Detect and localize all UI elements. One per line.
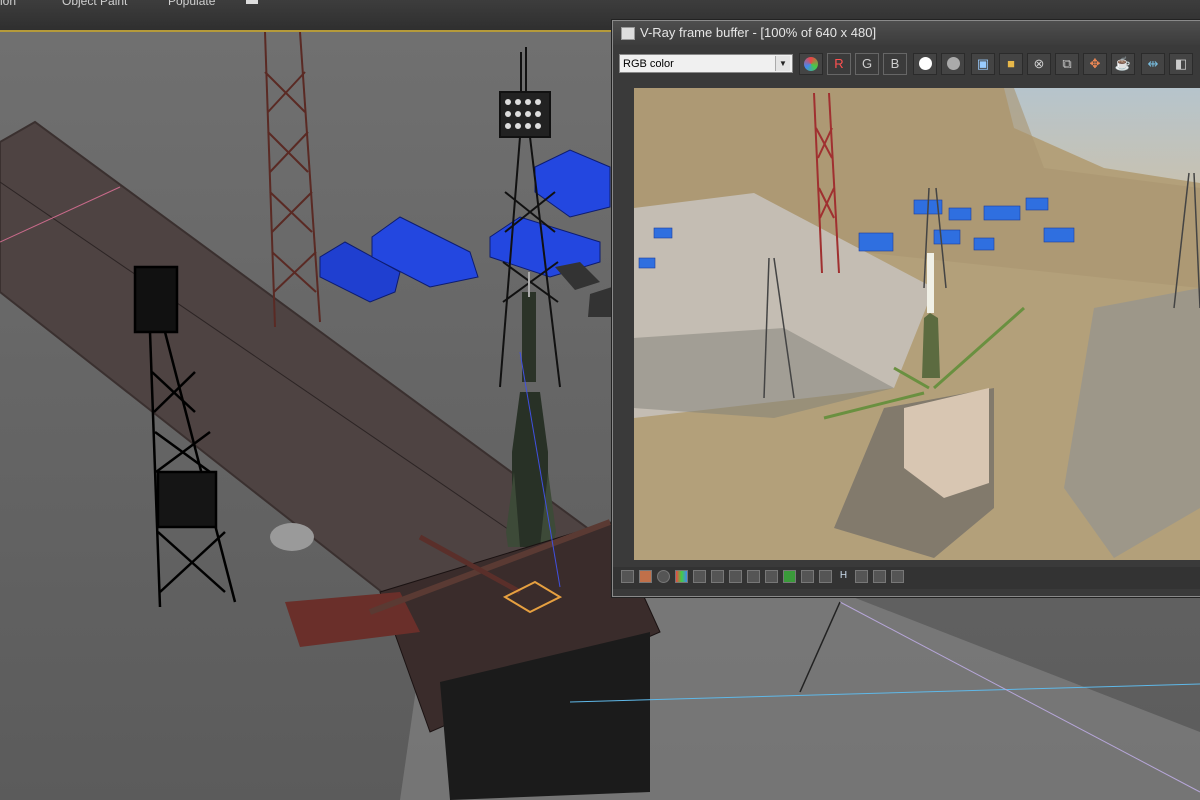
launch-structure [270, 519, 661, 800]
lut-button[interactable]: ⇹ [1141, 53, 1165, 75]
info-icon[interactable] [657, 570, 670, 583]
save-icon: ▣ [976, 56, 990, 71]
soyuz-rocket [506, 272, 556, 547]
color-correction-icon [804, 57, 818, 71]
compare-button[interactable]: ◧ [1169, 53, 1193, 75]
region-render-icon: ✥ [1089, 56, 1101, 71]
color-correction-button[interactable] [799, 53, 823, 75]
vfb-bottom-toolbar: H [613, 567, 1200, 589]
aspect-icon[interactable] [765, 570, 778, 583]
gray-block [588, 287, 612, 317]
white-channel-button[interactable] [913, 53, 937, 75]
window-title: V-Ray frame buffer - [100% of 640 x 480] [640, 25, 877, 40]
clear-image-button[interactable]: ⊗ [1027, 53, 1051, 75]
colors-icon[interactable] [675, 570, 688, 583]
region-render-button[interactable]: ✥ [1083, 53, 1107, 75]
track-mouse-button[interactable]: ⧉ [1055, 53, 1079, 75]
stats-icon[interactable] [693, 570, 706, 583]
ribbon-tab-0[interactable]: ion [0, 0, 16, 8]
chevron-down-icon: ▼ [775, 56, 790, 71]
vfb-window-icon [621, 27, 635, 40]
channel-dropdown-value: RGB color [623, 58, 674, 70]
lens-icon[interactable] [783, 570, 796, 583]
list-icon[interactable] [711, 570, 724, 583]
fuel-tank [270, 523, 314, 551]
blue-channel-button[interactable]: B [883, 53, 907, 75]
display-correction-icon[interactable] [621, 570, 634, 583]
channel-dropdown[interactable]: RGB color ▼ [619, 54, 793, 73]
histogram-icon[interactable] [729, 570, 742, 583]
vray-frame-buffer-window[interactable]: V-Ray frame buffer - [100% of 640 x 480]… [612, 20, 1200, 597]
track-mouse-icon: ⧉ [1062, 56, 1072, 71]
ribbon-tab-object-paint[interactable]: Object Paint [62, 0, 127, 8]
save-image-button[interactable]: ▣ [971, 53, 995, 75]
window-title-bar[interactable]: V-Ray frame buffer - [100% of 640 x 480] [613, 21, 1200, 45]
green-channel-button[interactable]: G [855, 53, 879, 75]
open-folder-icon: ■ [1007, 56, 1015, 71]
alpha-channel-button[interactable] [941, 53, 965, 75]
blue-building [534, 149, 611, 218]
vfb-toolbar: RGB color ▼ R G B ▣ ■ ⊗ ⧉ ✥ ☕ ⇹ ◧ [613, 49, 1200, 79]
lattice-tower-back [264, 32, 321, 328]
white-dot-icon [918, 57, 932, 70]
history-icon[interactable] [639, 570, 652, 583]
load-image-button[interactable]: ■ [999, 53, 1023, 75]
teapot-render-icon: ☕ [1114, 56, 1132, 71]
red-channel-button[interactable]: R [827, 53, 851, 75]
compare-ab-icon[interactable] [873, 570, 886, 583]
compare-icon: ◧ [1174, 56, 1188, 71]
lut-icon: ⇹ [1147, 56, 1159, 71]
camera-icon[interactable] [801, 570, 814, 583]
rendered-image [634, 88, 1200, 560]
pixel-aspect-icon[interactable] [855, 570, 868, 583]
levels-icon[interactable] [747, 570, 760, 583]
render-last-button[interactable]: ☕ [1111, 53, 1135, 75]
h-icon[interactable]: H [837, 570, 850, 583]
clear-icon: ⊗ [1033, 56, 1045, 71]
gray-dot-icon [946, 57, 960, 70]
ribbon-tab-populate[interactable]: Populate [168, 0, 215, 8]
gray-block [555, 262, 600, 290]
lut-toggle-icon[interactable] [891, 570, 904, 583]
sg-icon[interactable] [819, 570, 832, 583]
render-scene [634, 88, 1200, 560]
ribbon-dropdown-icon[interactable] [246, 0, 258, 4]
